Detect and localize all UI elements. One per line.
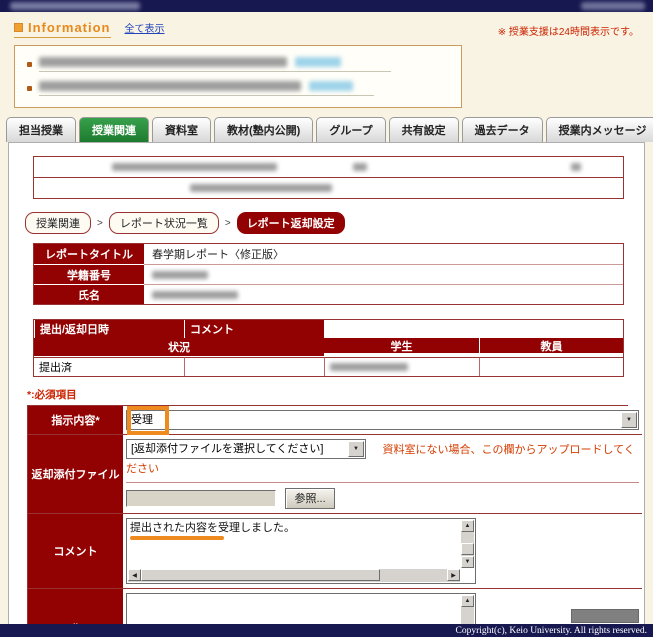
file-path-input[interactable] [126, 490, 276, 507]
breadcrumb-separator: > [225, 218, 231, 229]
annotation-underline-comment [130, 536, 224, 540]
course-info-table: 授業 曜日/時限 履修者数 採点責任者(共同担当者) [33, 156, 624, 199]
scrollbar-thumb[interactable] [141, 569, 380, 581]
footer-bar: Copyright(c), Keio University. All right… [0, 624, 653, 637]
comment-cell [479, 357, 623, 376]
redacted-notice-text [39, 57, 287, 67]
student-id-value [144, 264, 623, 284]
redacted-notice-text [39, 81, 301, 91]
day-period-value [347, 157, 499, 177]
show-all-link[interactable]: 全て表示 [125, 20, 165, 38]
day-period-label: 曜日/時限 [283, 157, 347, 177]
attachment-cell: [返却添付ファイルを選択してください] ▼ 資料室にない場合、この欄からアップロ… [123, 434, 642, 513]
teacher-subheader: 教員 [479, 338, 623, 353]
student-status-cell: 提出済 [34, 357, 184, 376]
date-cell [324, 357, 479, 376]
attachment-select[interactable]: [返却添付ファイルを選択してください] ▼ [126, 439, 366, 459]
tab-bar: 担当授業 授業関連 資料室 教材(塾内公開) グループ 共有設定 過去データ 授… [0, 117, 653, 142]
scrollbar-thumb[interactable] [461, 543, 474, 555]
scroll-right-icon[interactable]: ▶ [447, 569, 460, 581]
breadcrumb-separator: > [97, 218, 103, 229]
tab-my-classes[interactable]: 担当授業 [6, 117, 76, 142]
breadcrumb-current-return-settings: レポート返却設定 [237, 212, 345, 234]
notice-link[interactable] [309, 81, 353, 91]
scroll-left-icon[interactable]: ◀ [128, 569, 141, 581]
report-title-label: レポートタイトル [34, 244, 144, 264]
tab-class-messages[interactable]: 授業内メッセージ [546, 117, 653, 142]
course-value [106, 157, 283, 177]
redacted-user-name [581, 2, 645, 10]
redacted-date [330, 363, 408, 371]
comment-cell-form: 提出された内容を受理しました。 ▲ ▼ ◀ ▶ [123, 513, 642, 588]
attachment-label: 返却添付ファイル [28, 434, 123, 513]
breadcrumb-report-list[interactable]: レポート状況一覧 [109, 212, 219, 234]
student-id-label: 学籍番号 [34, 264, 144, 284]
instruction-cell: 受理 ▼ [123, 406, 642, 434]
scroll-up-icon[interactable]: ▲ [461, 595, 474, 607]
tab-group[interactable]: グループ [316, 117, 385, 142]
copyright-text: Copyright(c), Keio University. All right… [456, 626, 647, 636]
student-subheader: 学生 [324, 338, 479, 353]
redacted-day [353, 163, 367, 171]
breadcrumb-course-related[interactable]: 授業関連 [25, 212, 91, 234]
enrolled-label: 履修者数 [499, 157, 565, 177]
instruction-select[interactable]: 受理 ▼ [126, 410, 639, 430]
grader-label: 採点責任者(共同担当者) [34, 178, 184, 198]
redacted-grader-names [190, 184, 332, 192]
notice-link[interactable] [295, 57, 341, 67]
grader-value [184, 178, 623, 198]
information-title: Information [28, 20, 111, 35]
status-header: 状況 [34, 338, 324, 357]
vertical-scrollbar[interactable]: ▲ ▼ [461, 520, 474, 568]
bullet-icon [27, 62, 32, 67]
dropdown-arrow-icon[interactable]: ▼ [348, 441, 364, 457]
redacted-student-id [152, 271, 208, 279]
student-name-label: 氏名 [34, 284, 144, 304]
date-header: 提出/返却日時 [34, 320, 184, 338]
redacted-student-name [152, 291, 238, 299]
tab-course-related[interactable]: 授業関連 [79, 117, 149, 142]
comment-textarea[interactable]: 提出された内容を受理しました。 ▲ ▼ ◀ ▶ [126, 518, 476, 584]
tab-share-settings[interactable]: 共有設定 [389, 117, 459, 142]
information-box [14, 45, 462, 108]
instruction-label: 指示内容* [28, 406, 123, 434]
student-name-value [144, 284, 623, 304]
attachment-select-value: [返却添付ファイルを選択してください] [131, 443, 323, 455]
tab-library[interactable]: 資料室 [152, 117, 211, 142]
required-fields-note: *:必須項目 [27, 387, 628, 402]
comment-header: コメント [184, 320, 324, 338]
scrollbar-thumb[interactable] [571, 609, 639, 623]
notice-item[interactable] [25, 53, 451, 77]
information-heading: Information [14, 20, 111, 38]
return-settings-form: 指示内容* 受理 ▼ 返却添付ファイル [返却添付ファイルを選択してください] … [27, 405, 628, 637]
redacted-course-name [112, 163, 277, 171]
redacted-count [571, 163, 581, 171]
support-hours-note: ※ 授業支援は24時間表示です。 [498, 23, 639, 38]
scroll-up-icon[interactable]: ▲ [461, 520, 474, 532]
report-info-table: レポートタイトル 春学期レポート〈修正版〉 学籍番号 氏名 [33, 243, 624, 305]
horizontal-scrollbar[interactable]: ◀ ▶ [128, 569, 460, 582]
dropdown-arrow-icon[interactable]: ▼ [621, 412, 637, 428]
orange-square-icon [14, 23, 23, 32]
status-table: 状況 提出/返却日時 コメント 学生 教員 提出済 [33, 319, 624, 377]
tab-materials[interactable]: 教材(塾内公開) [214, 117, 313, 142]
information-section: Information 全て表示 ※ 授業支援は24時間表示です。 [0, 12, 653, 108]
browse-button[interactable]: 参照... [285, 488, 334, 509]
top-title-bar [0, 0, 653, 12]
tab-past-data[interactable]: 過去データ [462, 117, 543, 142]
instruction-value: 受理 [131, 414, 153, 426]
report-title-value: 春学期レポート〈修正版〉 [144, 244, 623, 264]
main-panel: 授業 曜日/時限 履修者数 採点責任者(共同担当者) 授業関連 > レポート状況… [8, 142, 645, 637]
bullet-icon [27, 86, 32, 91]
comment-text: 提出された内容を受理しました。 [130, 522, 295, 534]
redacted-site-title [10, 2, 140, 10]
scroll-down-icon[interactable]: ▼ [461, 556, 474, 568]
page-root: Information 全て表示 ※ 授業支援は24時間表示です。 [0, 0, 653, 637]
notice-item[interactable] [25, 77, 451, 101]
enrolled-value [565, 157, 623, 177]
course-label: 授業 [34, 157, 106, 177]
breadcrumb: 授業関連 > レポート状況一覧 > レポート返却設定 [25, 212, 628, 234]
teacher-status-cell [184, 357, 324, 376]
comment-label: コメント [28, 513, 123, 588]
